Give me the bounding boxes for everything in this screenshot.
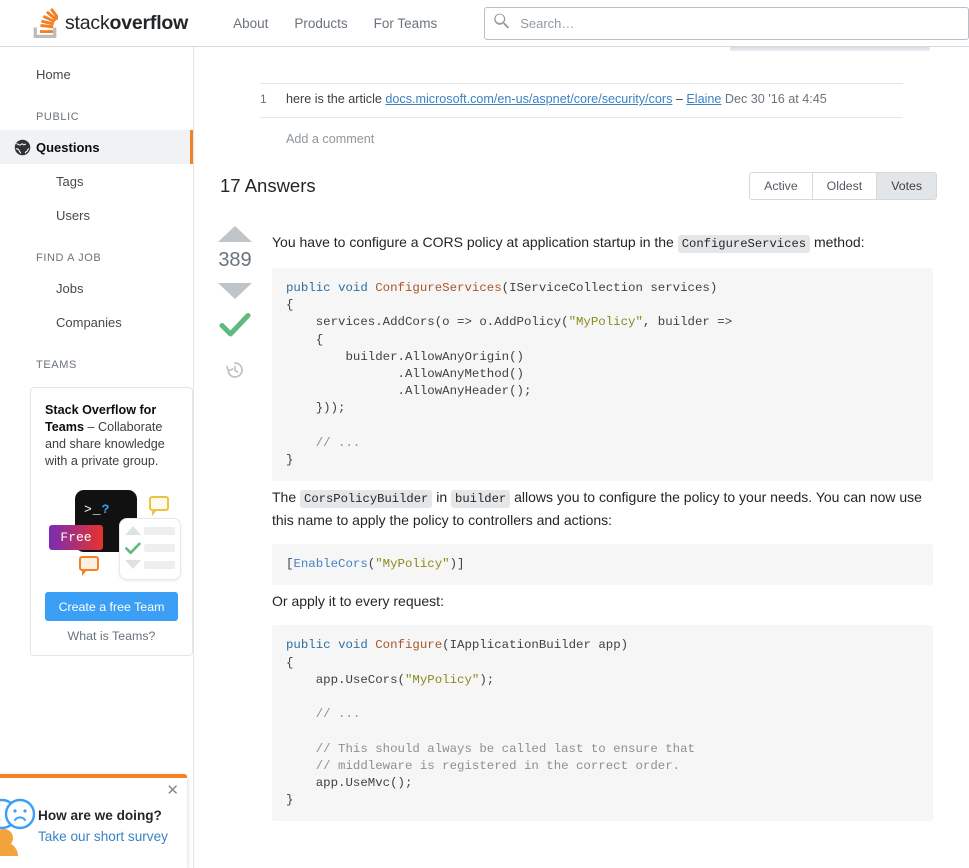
main-content: 1 here is the article docs.microsoft.com…: [194, 47, 969, 868]
close-icon[interactable]: ✕: [166, 783, 179, 798]
sidebar-item-tags[interactable]: Tags: [0, 164, 193, 198]
answer-sort-tabs: Active Oldest Votes: [749, 172, 937, 200]
terminal-prompt-text: >_?: [84, 502, 111, 517]
arrow-up-icon[interactable]: [218, 226, 252, 242]
speech-bubble-orange-tail: [82, 570, 87, 576]
free-badge-label: Free: [60, 530, 92, 545]
answer-paragraph-3: Or apply it to every request:: [272, 593, 444, 610]
teams-promo-card: Stack Overflow for Teams – Collaborate a…: [30, 387, 193, 656]
list-row-3: [144, 561, 175, 569]
answer-body: You have to configure a CORS policy at a…: [266, 226, 933, 822]
vote-count: 389: [218, 249, 252, 271]
teams-promo-text: Stack Overflow for Teams – Collaborate a…: [45, 402, 178, 470]
answer-para2-b: in: [432, 489, 452, 506]
speech-bubble-orange-icon: [79, 556, 99, 571]
speech-bubble-yellow-tail: [152, 510, 157, 516]
code-block-3: public void Configure(IApplicationBuilde…: [272, 625, 933, 822]
answers-count: 17 Answers: [220, 175, 316, 196]
stackoverflow-logo-text: stackoverflow: [65, 11, 189, 34]
answer-para1-b: method:: [810, 234, 865, 250]
comment-author-link[interactable]: Elaine: [686, 92, 721, 106]
survey-link[interactable]: Take our short survey: [38, 829, 168, 844]
nav-for-teams[interactable]: For Teams: [361, 0, 451, 46]
answer-paragraph-1: You have to configure a CORS policy at a…: [272, 232, 933, 255]
stackoverflow-logo-icon: [32, 8, 60, 38]
sidebar-item-users[interactable]: Users: [0, 198, 193, 232]
code-block-2: [EnableCors("MyPolicy")]: [272, 544, 933, 586]
create-free-team-button[interactable]: Create a free Team: [45, 592, 178, 621]
speech-bubble-yellow-icon: [149, 496, 169, 511]
nav-products[interactable]: Products: [281, 0, 360, 46]
top-navigation-bar: stackoverflow About Products For Teams: [0, 0, 969, 47]
list-arrow-up-icon: [125, 526, 141, 535]
feedback-faces-icon: [0, 794, 44, 859]
sort-tab-oldest[interactable]: Oldest: [811, 173, 877, 199]
comment-dash: –: [672, 92, 687, 106]
sidebar-heading-public: PUBLIC: [36, 111, 80, 123]
sort-tab-votes[interactable]: Votes: [876, 173, 936, 199]
free-badge: Free: [49, 525, 103, 550]
teams-promo-illustration: >_? Free: [45, 486, 181, 586]
sidebar-item-label: Users: [56, 207, 90, 223]
comment-text: here is the article: [286, 92, 386, 106]
sidebar-heading-find-a-job: FIND A JOB: [36, 252, 102, 264]
checkmark-icon[interactable]: [219, 311, 251, 344]
survey-title: How are we doing?: [38, 808, 162, 823]
comment-body: here is the article docs.microsoft.com/e…: [286, 91, 903, 108]
add-a-comment-link[interactable]: Add a comment: [286, 132, 903, 146]
inline-code-configureservices: ConfigureServices: [677, 235, 811, 253]
nav-about[interactable]: About: [220, 0, 281, 46]
search-bar[interactable]: [484, 6, 969, 40]
inline-code-builder: builder: [451, 490, 511, 509]
sidebar-item-companies[interactable]: Companies: [0, 305, 193, 339]
history-clock-icon[interactable]: [225, 360, 245, 385]
list-check-icon: [125, 542, 141, 558]
answer-para1-a: You have to configure a CORS policy at a…: [272, 234, 678, 250]
left-sidebar: Home PUBLIC Questions Tags Users FIND A …: [0, 47, 194, 868]
globe-icon: [14, 139, 31, 156]
list-row-2: [144, 544, 175, 552]
sidebar-item-label: Jobs: [56, 280, 84, 296]
sidebar-item-home[interactable]: Home: [0, 57, 193, 91]
stackoverflow-logo[interactable]: stackoverflow: [32, 0, 196, 46]
sidebar-item-label: Companies: [56, 314, 122, 330]
inline-code-corspolicybuilder: CorsPolicyBuilder: [300, 490, 433, 509]
sidebar-heading-teams: TEAMS: [36, 359, 77, 371]
answer-item: 389 You have to configure a CORS policy …: [204, 226, 933, 822]
search-input[interactable]: [518, 14, 959, 32]
code-block-1: public void ConfigureServices(IServiceCo…: [272, 268, 933, 482]
answers-header: 17 Answers Active Oldest Votes: [220, 172, 937, 200]
what-is-teams-link[interactable]: What is Teams?: [45, 629, 178, 643]
sidebar-item-questions[interactable]: Questions: [0, 130, 193, 164]
survey-toast: ✕ How are we doing? Take our short surve…: [0, 774, 187, 868]
comment-list: 1 here is the article docs.microsoft.com…: [260, 83, 903, 146]
scrolled-content-remnant: [730, 47, 930, 51]
sort-tab-active[interactable]: Active: [750, 173, 812, 199]
answer-para2-a: The: [272, 489, 301, 506]
list-arrow-down-icon: [125, 560, 141, 569]
sidebar-item-label: Questions: [36, 139, 100, 155]
arrow-down-icon[interactable]: [218, 283, 252, 299]
comment-row: 1 here is the article docs.microsoft.com…: [260, 83, 903, 118]
sidebar-item-label: Tags: [56, 173, 84, 189]
sidebar-item-jobs[interactable]: Jobs: [0, 271, 193, 305]
comment-date: Dec 30 '16 at 4:45: [721, 92, 827, 106]
list-row-1: [144, 527, 175, 535]
comment-score: 1: [260, 92, 267, 106]
vote-cell: 389: [204, 226, 266, 821]
sidebar-item-label: Home: [36, 66, 71, 82]
answer-paragraph-2: The CorsPolicyBuilder in builder allows …: [272, 487, 933, 531]
comment-link[interactable]: docs.microsoft.com/en-us/aspnet/core/sec…: [385, 92, 672, 106]
search-icon: [494, 13, 510, 34]
